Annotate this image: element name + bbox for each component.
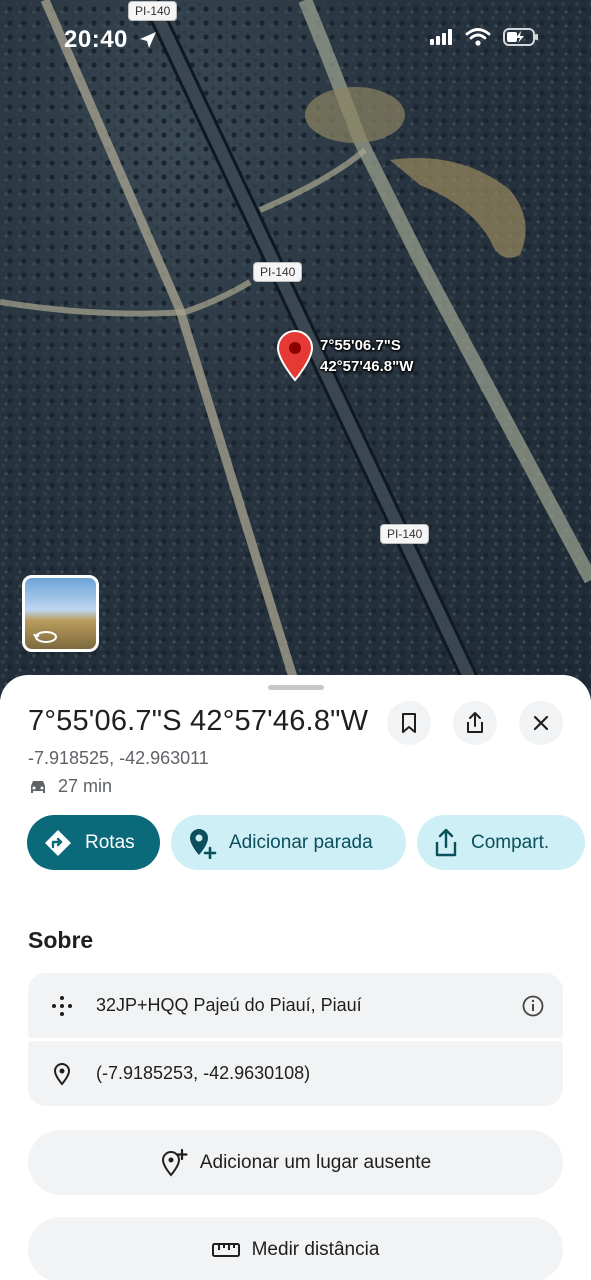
add-stop-button[interactable]: Adicionar parada bbox=[171, 815, 406, 870]
close-button[interactable] bbox=[519, 701, 563, 745]
ruler-icon bbox=[211, 1242, 240, 1257]
add-location-icon bbox=[190, 828, 217, 859]
plus-code-info-button[interactable] bbox=[503, 995, 563, 1017]
share-label: Compart. bbox=[471, 831, 550, 853]
car-icon bbox=[31, 780, 45, 793]
coordinates-row[interactable]: (-7.9185253, -42.9630108) bbox=[28, 1041, 563, 1106]
info-icon bbox=[522, 995, 544, 1016]
share-icon bbox=[467, 712, 483, 733]
add-place-icon bbox=[161, 1148, 188, 1177]
save-button[interactable] bbox=[387, 701, 431, 745]
share-icon bbox=[435, 828, 457, 856]
add-stop-label: Adicionar parada bbox=[229, 831, 373, 853]
drive-time-text: 27 min bbox=[58, 776, 113, 796]
directions-label: Rotas bbox=[85, 831, 135, 853]
directions-icon bbox=[45, 829, 71, 856]
location-arrow-icon bbox=[140, 32, 156, 48]
place-details-sheet: 7°55'06.7"S 42°57'46.8"W -7.918525, -42.… bbox=[0, 675, 591, 1280]
pin-label-lat: 7°55'06.7"S bbox=[320, 337, 401, 354]
cellular-signal-icon bbox=[430, 29, 452, 45]
add-missing-place-label: Adicionar um lugar ausente bbox=[199, 1151, 432, 1173]
precise-coordinates-text: (-7.9185253, -42.9630108) bbox=[96, 1063, 311, 1083]
place-title: 7°55'06.7"S 42°57'46.8"W bbox=[28, 705, 369, 737]
status-bar: 20:40 bbox=[0, 0, 591, 80]
location-pin-icon[interactable] bbox=[276, 330, 314, 382]
battery-icon bbox=[503, 28, 538, 46]
wifi-icon bbox=[465, 28, 491, 46]
close-icon bbox=[533, 715, 549, 731]
road-label: PI-140 bbox=[128, 1, 178, 21]
road-label: PI-140 bbox=[253, 262, 303, 282]
plus-code-row[interactable]: 32JP+HQQ Pajeú do Piauí, Piauí bbox=[28, 973, 563, 1038]
measure-distance-button[interactable]: Medir distância bbox=[28, 1217, 563, 1280]
pin-label-lng: 42°57'46.8"W bbox=[320, 358, 414, 375]
drive-time: 27 min bbox=[28, 776, 112, 797]
rotate-360-icon bbox=[33, 631, 57, 643]
plus-code-icon bbox=[52, 995, 72, 1016]
bookmark-icon bbox=[402, 713, 416, 733]
plus-code-text: 32JP+HQQ Pajeú do Piauí, Piauí bbox=[96, 995, 362, 1015]
add-missing-place-button[interactable]: Adicionar um lugar ausente bbox=[28, 1130, 563, 1195]
section-title-about: Sobre bbox=[28, 927, 94, 953]
share-chip-button[interactable]: Compart. bbox=[417, 815, 585, 870]
location-pin-outline-icon bbox=[53, 1062, 71, 1086]
satellite-map[interactable]: 20:40 PI-140 PI-140 PI-140 7°55'06.7"S 4… bbox=[0, 0, 591, 700]
decimal-coordinates: -7.918525, -42.963011 bbox=[28, 748, 209, 768]
clock: 20:40 bbox=[64, 26, 128, 53]
directions-button[interactable]: Rotas bbox=[27, 815, 160, 870]
street-view-thumbnail[interactable] bbox=[22, 575, 99, 652]
share-button[interactable] bbox=[453, 701, 497, 745]
pin-coordinate-label: 7°55'06.7"S 42°57'46.8"W bbox=[320, 335, 413, 377]
measure-distance-label: Medir distância bbox=[251, 1238, 380, 1260]
sheet-drag-handle[interactable] bbox=[268, 685, 324, 690]
road-label: PI-140 bbox=[380, 524, 430, 544]
